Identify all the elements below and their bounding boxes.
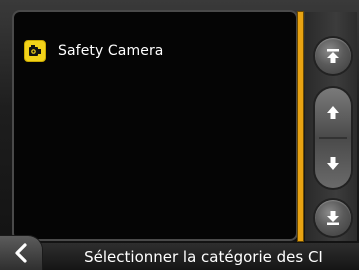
category-list: Safety Camera bbox=[12, 10, 298, 241]
scroll-bottom-button[interactable] bbox=[315, 200, 351, 236]
back-button[interactable] bbox=[0, 236, 42, 270]
scroll-up-down-group bbox=[315, 88, 351, 188]
scroll-down-button[interactable] bbox=[315, 138, 351, 188]
scroll-controls bbox=[305, 12, 357, 241]
safety-camera-icon bbox=[24, 40, 46, 62]
scroll-down-icon bbox=[327, 157, 339, 170]
chevron-left-icon bbox=[15, 243, 27, 263]
scroll-bottom-icon bbox=[327, 211, 339, 225]
list-item-label: Safety Camera bbox=[58, 43, 164, 59]
scroll-top-icon bbox=[327, 49, 339, 63]
scroll-indicator bbox=[298, 12, 303, 241]
page-title: Sélectionner la catégorie des CI bbox=[84, 248, 323, 266]
scroll-up-button[interactable] bbox=[315, 88, 351, 138]
scroll-top-button[interactable] bbox=[315, 38, 351, 74]
list-item-safety-camera[interactable]: Safety Camera bbox=[24, 37, 274, 65]
scroll-up-icon bbox=[327, 106, 339, 119]
